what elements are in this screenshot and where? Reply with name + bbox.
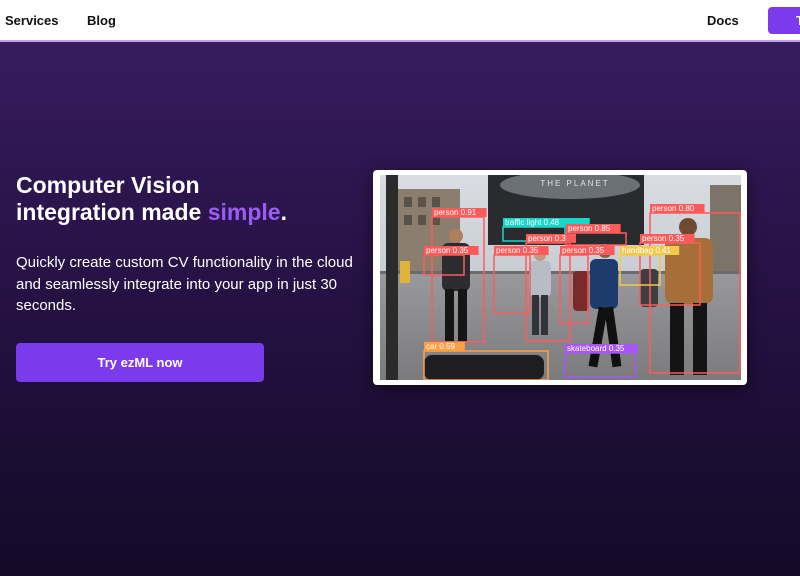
detection-label: car 0.59	[426, 342, 455, 351]
detection-label: handbag 0.41	[622, 246, 671, 255]
detection-label: person 0.35	[496, 246, 539, 255]
detection-label: person 0.35	[642, 234, 685, 243]
detection-label: person 0.35	[562, 246, 605, 255]
nav-link-blog[interactable]: Blog	[87, 13, 116, 28]
hero-subtitle: Quickly create custom CV functionality i…	[16, 254, 353, 314]
try-ezml-button[interactable]: Try ezML now	[16, 343, 264, 382]
traffic-pole	[386, 175, 398, 380]
detection-label: person 0.85	[568, 224, 611, 233]
car-shape	[424, 355, 544, 380]
nav-cta-button[interactable]: T	[768, 7, 800, 34]
nav-link-docs[interactable]: Docs	[707, 13, 739, 28]
detection-label: person 0.35	[426, 246, 469, 255]
hero-title: Computer Vision integration made simple.	[16, 172, 346, 226]
hero-title-accent: simple	[207, 199, 281, 225]
hero-title-line2: integration made	[16, 199, 208, 225]
hero-title-line1: Computer Vision	[16, 172, 200, 198]
detection-label: person 0.3	[528, 234, 566, 243]
detection-label: person 0.91	[434, 208, 477, 217]
detection-label: skateboard 0.35	[567, 344, 625, 353]
nav-link-services[interactable]: Services	[5, 13, 59, 28]
top-nav: Services Blog Docs T	[0, 0, 800, 42]
demo-image-frame: person 0.91 traffic light 0.48 person 0.85…	[373, 170, 747, 385]
demo-detection-image: person 0.91 traffic light 0.48 person 0.85…	[380, 175, 741, 380]
hero-title-suffix: .	[280, 199, 287, 225]
detection-label: traffic light 0.48	[505, 218, 560, 227]
billboard-sign-text: THE PLANET	[540, 179, 609, 188]
detection-label: person 0.80	[652, 204, 695, 213]
